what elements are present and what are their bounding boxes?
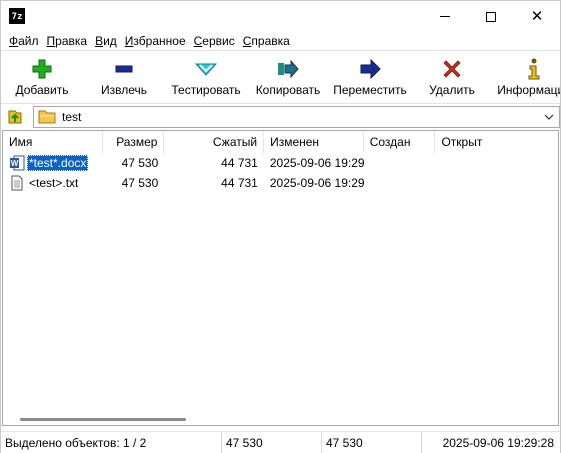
path-value: test — [62, 110, 82, 124]
menu-edit[interactable]: Правка — [43, 32, 92, 51]
minimize-icon — [440, 16, 450, 17]
test-button-label: Тестировать — [171, 83, 241, 97]
menu-view[interactable]: Вид — [91, 32, 121, 51]
check-chevron-icon — [194, 58, 218, 80]
file-size: 47 530 — [121, 156, 159, 170]
title-bar[interactable]: 7z ✕ — [1, 1, 560, 32]
minus-icon — [112, 58, 136, 80]
menu-file-accel: Ф — [9, 33, 19, 48]
list-header: Имя Размер Сжатый Изменен Создан Открыт — [3, 131, 558, 153]
menu-tools-label: ервис — [202, 33, 235, 48]
test-button[interactable]: Тестировать — [165, 52, 247, 103]
file-list[interactable]: Имя Размер Сжатый Изменен Создан Открыт … — [2, 130, 559, 426]
status-modified: 2025-09-06 19:29:28 — [442, 436, 554, 450]
menu-edit-accel: П — [46, 33, 56, 48]
info-button-label: Информация — [497, 83, 560, 97]
file-modified: 2025-09-06 19:29 — [269, 176, 365, 190]
menu-bar: Файл Правка Вид Избранное Сервис Справка — [1, 32, 560, 51]
copy-button-label: Копировать — [255, 83, 321, 97]
menu-tools-accel: С — [193, 33, 203, 48]
status-selected-count: Выделено объектов: 1 / 2 — [1, 432, 222, 453]
delete-button-label: Удалить — [429, 83, 475, 97]
add-button-label: Добавить — [15, 83, 69, 97]
maximize-button[interactable] — [468, 1, 514, 32]
menu-help[interactable]: Справка — [239, 32, 294, 51]
info-button[interactable]: Информация — [493, 52, 560, 103]
delete-x-icon — [440, 58, 464, 80]
text-file-icon — [11, 175, 23, 191]
menu-view-label: ид — [103, 33, 117, 48]
minimize-button[interactable] — [422, 1, 468, 32]
name-cell: W *test*.docx — [3, 155, 103, 171]
menu-view-accel: В — [95, 33, 104, 48]
menu-edit-label: равка — [55, 33, 88, 48]
column-accessed[interactable]: Открыт — [435, 131, 558, 153]
move-button-label: Переместить — [333, 83, 407, 97]
file-size: 47 530 — [121, 176, 159, 190]
column-packed[interactable]: Сжатый — [164, 131, 265, 153]
delete-button[interactable]: Удалить — [411, 52, 493, 103]
file-modified: 2025-09-06 19:29 — [269, 156, 365, 170]
close-button[interactable]: ✕ — [514, 1, 560, 32]
file-name: *test*.docx — [27, 155, 89, 171]
menu-help-label: правка — [251, 33, 290, 48]
status-packed: 47 530 — [322, 432, 422, 453]
horizontal-scrollbar[interactable] — [2, 412, 557, 425]
svg-text:W: W — [11, 159, 19, 168]
column-modified[interactable]: Изменен — [264, 131, 364, 153]
name-cell: <test>.txt — [3, 175, 103, 191]
copy-button[interactable]: Копировать — [247, 52, 329, 103]
extract-button[interactable]: Извлечь — [83, 52, 165, 103]
menu-file[interactable]: Файл — [5, 32, 43, 51]
file-packed-size: 44 731 — [221, 156, 258, 170]
status-size: 47 530 — [222, 432, 322, 453]
word-document-icon: W — [10, 155, 25, 171]
up-folder-button[interactable] — [5, 107, 25, 127]
extract-button-label: Извлечь — [100, 83, 147, 97]
file-packed-size: 44 731 — [221, 176, 258, 190]
app-window: 7z ✕ Файл Правка Вид Избранное Сервис Сп… — [0, 0, 561, 453]
file-name: <test>.txt — [29, 176, 79, 190]
column-created[interactable]: Создан — [364, 131, 436, 153]
archive-folder-icon — [38, 110, 56, 124]
menu-favorites-label: збранное — [133, 33, 186, 48]
menu-file-label: айл — [18, 33, 39, 48]
add-button[interactable]: Добавить — [1, 52, 83, 103]
table-row[interactable]: <test>.txt 47 530 44 731 2025-09-06 19:2… — [3, 173, 558, 193]
info-icon — [522, 58, 546, 80]
plus-icon — [30, 58, 54, 80]
maximize-icon — [486, 11, 496, 22]
copy-arrow-icon — [276, 58, 300, 80]
table-row[interactable]: W *test*.docx 47 530 44 731 2025-09-06 1… — [3, 153, 558, 173]
up-folder-icon — [8, 110, 22, 124]
move-button[interactable]: Переместить — [329, 52, 411, 103]
status-bar: Выделено объектов: 1 / 2 47 530 47 530 2… — [1, 431, 560, 453]
close-icon: ✕ — [530, 7, 544, 25]
column-size[interactable]: Размер — [103, 131, 165, 153]
column-name[interactable]: Имя — [3, 131, 103, 153]
menu-favorites[interactable]: Избранное — [121, 32, 190, 51]
toolbar: Добавить Извлечь Тестировать Копировать … — [1, 52, 560, 104]
app-icon: 7z — [9, 8, 25, 24]
address-bar: test — [1, 105, 560, 129]
move-arrow-icon — [358, 58, 382, 80]
scrollbar-thumb[interactable] — [20, 418, 186, 421]
path-combobox[interactable]: test — [33, 106, 560, 128]
menu-tools[interactable]: Сервис — [190, 32, 239, 51]
chevron-down-icon[interactable] — [542, 110, 556, 124]
